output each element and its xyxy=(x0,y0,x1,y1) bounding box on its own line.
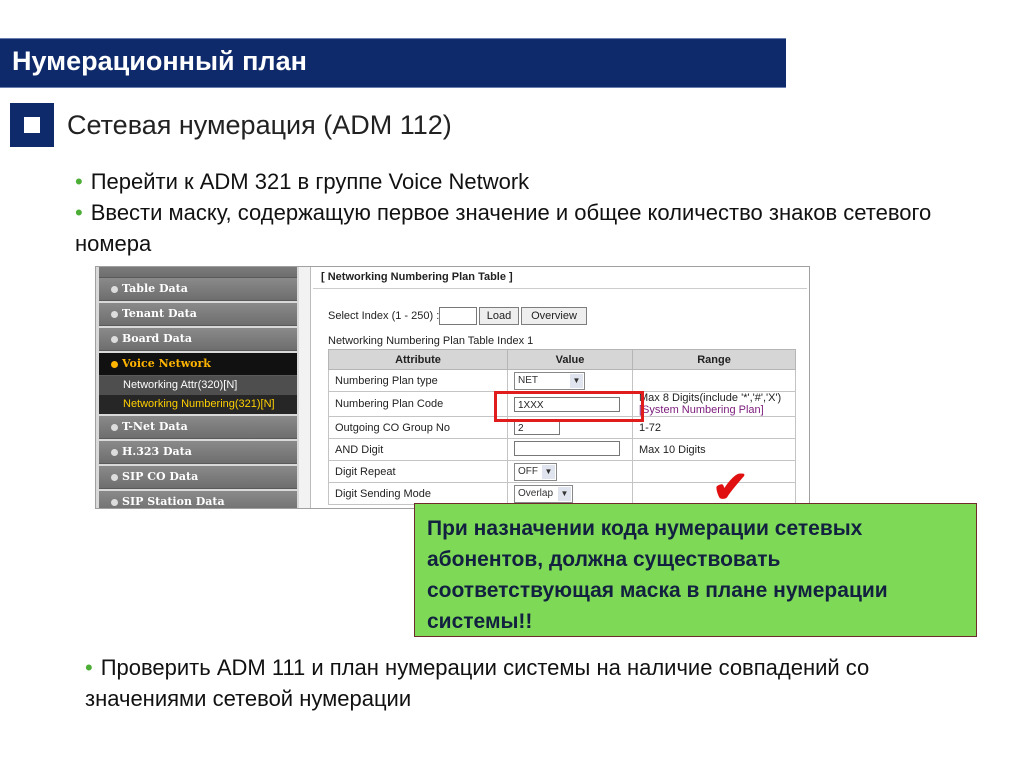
slide-title-bar: Нумерационный план xyxy=(0,38,786,88)
sidebar-item-label: Board Data xyxy=(122,332,192,345)
bullet-text: Проверить ADM 111 и план нумерации систе… xyxy=(85,655,870,711)
range-text: Max 8 Digits(include '*','#','X') xyxy=(639,392,782,404)
range-cell: Max 10 Digits xyxy=(632,438,796,461)
divider xyxy=(313,288,807,289)
nav-bullet-icon xyxy=(111,498,118,506)
nav-bullet-icon xyxy=(111,448,118,456)
nav-bullet-icon xyxy=(111,335,118,343)
nav-bullet-icon xyxy=(111,473,118,481)
sidebar-item-label: Voice Network xyxy=(122,357,211,370)
sidebar-item-h323-data[interactable]: H.323 Data xyxy=(99,441,297,464)
value-cell: OFF ▼ xyxy=(507,460,633,483)
column-header: Value xyxy=(507,349,633,370)
sidebar-subitem-networking-attr[interactable]: Networking Attr(320)[N] xyxy=(99,376,297,395)
nav-bullet-icon xyxy=(111,310,118,318)
plan-type-select[interactable]: NET ▼ xyxy=(514,371,585,390)
sidebar-item-voice-network[interactable]: Voice Network xyxy=(99,353,297,376)
bullet-item: • Проверить ADM 111 и план нумерации сист… xyxy=(85,652,985,714)
sidebar-item-label: Tenant Data xyxy=(122,307,197,320)
select-value: Overlap xyxy=(518,487,554,499)
value-cell: Overlap ▼ xyxy=(507,482,633,505)
column-header: Range xyxy=(632,349,796,370)
sidebar-item-label: SIP Station Data xyxy=(122,495,225,508)
load-button[interactable]: Load xyxy=(479,307,519,325)
attribute-cell: Digit Sending Mode xyxy=(328,482,508,505)
nav-bullet-icon xyxy=(111,285,118,293)
slide-title: Нумерационный план xyxy=(12,46,307,76)
value-cell: NET ▼ xyxy=(507,369,633,392)
sending-mode-select[interactable]: Overlap ▼ xyxy=(514,484,573,503)
note-line: системы!! xyxy=(427,610,533,633)
range-cell: Max 8 Digits(include '*','#','X') [System… xyxy=(632,391,796,417)
slide-subheading: Сетевая нумерация (ADM 112) xyxy=(67,110,452,140)
sidebar-item-label: SIP CO Data xyxy=(122,470,199,483)
bullet-text: Ввести маску, содержащую первое значение… xyxy=(75,200,932,256)
overview-button[interactable]: Overview xyxy=(521,307,587,325)
chevron-down-icon: ▼ xyxy=(558,486,571,501)
sidebar-item-sip-co-data[interactable]: SIP CO Data xyxy=(99,466,297,489)
attribute-cell: Outgoing CO Group No xyxy=(328,416,508,439)
column-header: Attribute xyxy=(328,349,508,370)
attribute-cell: Digit Repeat xyxy=(328,460,508,483)
attribute-cell: AND Digit xyxy=(328,438,508,461)
table-index-label: Networking Numbering Plan Table Index 1 xyxy=(328,335,534,347)
sidebar-item-partial[interactable] xyxy=(99,267,297,278)
table-row: AND Digit Max 10 Digits xyxy=(328,438,796,461)
chevron-down-icon: ▼ xyxy=(542,464,555,479)
sidebar-item-board-data[interactable]: Board Data xyxy=(99,328,297,351)
bullet-list: • Перейти к ADM 321 в группе Voice Networ… xyxy=(75,166,955,259)
table-header-row: Attribute Value Range xyxy=(328,349,796,370)
select-value: NET xyxy=(518,374,538,386)
attribute-cell: Numbering Plan Code xyxy=(328,391,508,417)
select-index-label: Select Index (1 - 250) : xyxy=(328,310,440,322)
note-line: При назначении кода нумерации сетевых xyxy=(427,517,863,540)
range-subtext: [System Numbering Plan] xyxy=(639,404,764,416)
sidebar-subitem-networking-numbering[interactable]: Networking Numbering(321)[N] xyxy=(99,395,297,414)
square-bullet-icon xyxy=(10,103,54,147)
sidebar-nav: Table Data Tenant Data Board Data Voice … xyxy=(96,267,299,508)
chevron-down-icon: ▼ xyxy=(570,373,583,388)
sidebar-item-label: T-Net Data xyxy=(122,420,188,433)
note-box: При назначении кода нумерации сетевых аб… xyxy=(414,503,977,637)
value-cell xyxy=(507,438,633,461)
co-group-input[interactable]: 2 xyxy=(514,420,560,435)
nav-bullet-icon xyxy=(111,423,118,431)
sidebar-item-tenant-data[interactable]: Tenant Data xyxy=(99,303,297,326)
nav-bullet-icon xyxy=(111,360,118,368)
select-index-input[interactable] xyxy=(439,307,477,325)
sidebar-item-tnet-data[interactable]: T-Net Data xyxy=(99,416,297,439)
sidebar-item-sip-station-data[interactable]: SIP Station Data xyxy=(99,491,297,508)
note-line: абонентов, должна существовать xyxy=(427,548,781,571)
bullet-item: • Ввести маску, содержащую первое значени… xyxy=(75,197,955,259)
note-line: соответствующая маска в плане нумерации xyxy=(427,579,888,602)
bullet-text: Перейти к ADM 321 в группе Voice Network xyxy=(90,169,530,194)
range-cell xyxy=(632,369,796,392)
sidebar-item-label: H.323 Data xyxy=(122,445,192,458)
select-value: OFF xyxy=(518,465,538,477)
bullet-item: • Перейти к ADM 321 в группе Voice Networ… xyxy=(75,166,955,197)
table-row: Numbering Plan type NET ▼ xyxy=(328,369,796,392)
attribute-cell: Numbering Plan type xyxy=(328,369,508,392)
digit-repeat-select[interactable]: OFF ▼ xyxy=(514,462,557,481)
bullet-dot-icon: • xyxy=(75,169,83,194)
bullet-dot-icon: • xyxy=(75,200,83,225)
sidebar-item-table-data[interactable]: Table Data xyxy=(99,278,297,301)
bullet-dot-icon: • xyxy=(85,655,93,680)
and-digit-input[interactable] xyxy=(514,440,620,456)
sidebar-item-label: Table Data xyxy=(122,282,188,295)
range-cell: 1-72 xyxy=(632,416,796,439)
panel-title: [ Networking Numbering Plan Table ] xyxy=(321,271,513,283)
highlight-box xyxy=(494,391,644,422)
admin-screenshot: Table Data Tenant Data Board Data Voice … xyxy=(95,266,810,509)
